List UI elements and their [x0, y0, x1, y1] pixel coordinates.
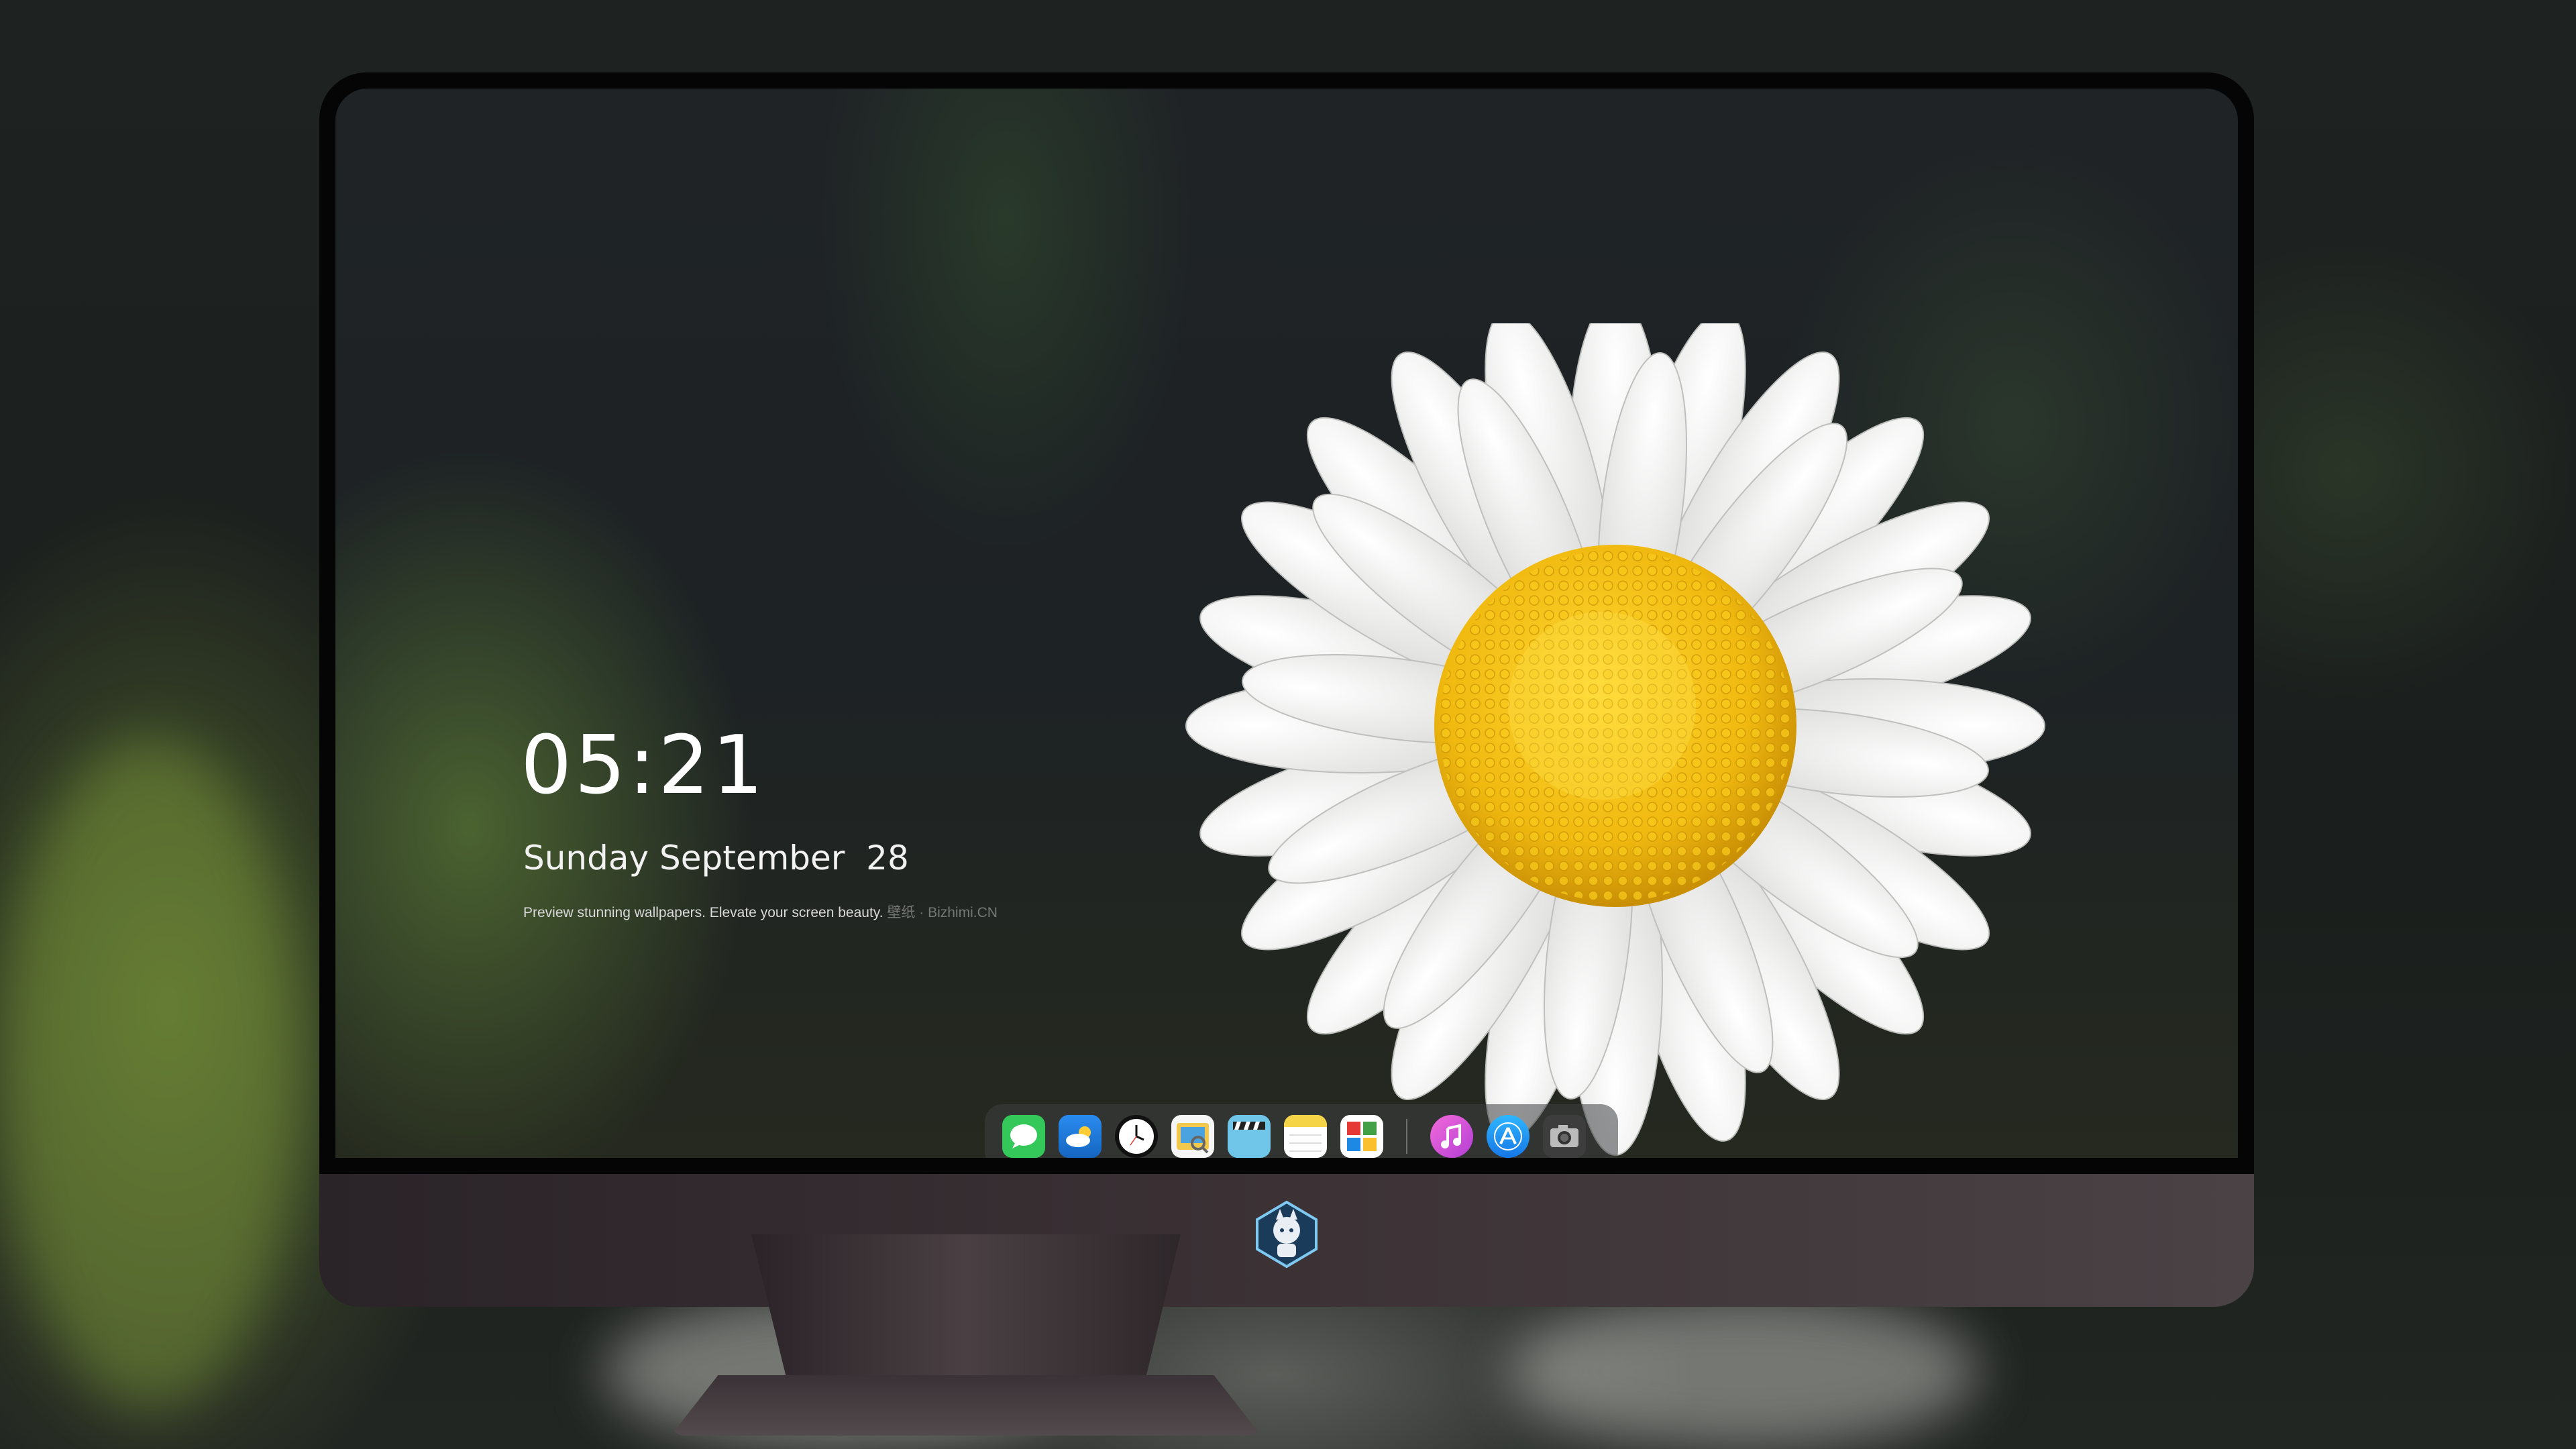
dock-separator [1406, 1119, 1407, 1154]
daisy-wallpaper-image [1185, 323, 2045, 1156]
monitor-stand [671, 1234, 1261, 1449]
stand-base [671, 1375, 1261, 1436]
lock-screen: 05:21 Sunday September 28 Preview stunni… [335, 89, 2238, 1158]
camera-icon[interactable] [1543, 1115, 1586, 1158]
monitor-bezel: 05:21 Sunday September 28 Preview stunni… [319, 72, 2254, 1174]
clock-icon[interactable] [1115, 1115, 1158, 1158]
tagline-text: Preview stunning wallpapers. Elevate you… [523, 905, 883, 920]
brand-logo-icon [1256, 1200, 1318, 1269]
wallpaper-tagline: Preview stunning wallpapers. Elevate you… [523, 902, 998, 922]
background-blur-petal [1509, 1295, 1979, 1449]
messages-icon[interactable] [1002, 1115, 1045, 1158]
background-blur-leaf [0, 738, 302, 1409]
notes-icon[interactable] [1284, 1115, 1327, 1158]
desktop-background: 05:21 Sunday September 28 Preview stunni… [0, 0, 2576, 1449]
tagline-source[interactable]: 壁纸 · Bizhimi.CN [887, 905, 998, 920]
preview-icon[interactable] [1171, 1115, 1214, 1158]
imac-monitor: 05:21 Sunday September 28 Preview stunni… [319, 72, 2254, 1307]
clips-icon[interactable] [1228, 1115, 1271, 1158]
dock [985, 1104, 1618, 1158]
stand-neck [751, 1234, 1181, 1375]
app-store-icon[interactable] [1487, 1115, 1529, 1158]
itunes-icon[interactable] [1430, 1115, 1473, 1158]
photo-booth-icon[interactable] [1340, 1115, 1383, 1158]
lock-screen-time: 05:21 [521, 719, 766, 812]
weather-icon[interactable] [1059, 1115, 1102, 1158]
lock-screen-date: Sunday September 28 [523, 839, 909, 877]
